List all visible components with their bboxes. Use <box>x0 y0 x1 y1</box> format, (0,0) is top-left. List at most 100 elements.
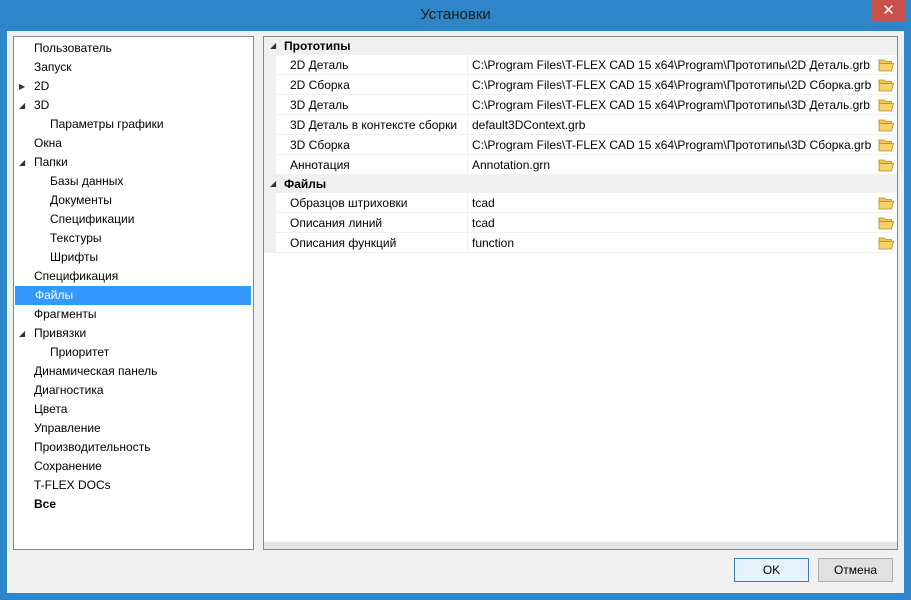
property-value-text: C:\Program Files\T-FLEX CAD 15 x64\Progr… <box>472 98 870 112</box>
property-value[interactable]: C:\Program Files\T-FLEX CAD 15 x64\Progr… <box>468 75 897 95</box>
tree-item-label: Документы <box>50 193 112 207</box>
tree-item[interactable]: Приоритет <box>14 343 251 362</box>
property-grid[interactable]: ◢ Прототипы 2D Деталь C:\Program Files\T-FL… <box>263 36 898 550</box>
folder-open-icon[interactable] <box>878 58 895 72</box>
property-value[interactable]: C:\Program Files\T-FLEX CAD 15 x64\Progr… <box>468 135 897 155</box>
row-gutter <box>264 193 276 213</box>
tree-item[interactable]: Файлы <box>15 286 251 305</box>
folder-open-icon[interactable] <box>878 118 895 132</box>
row-gutter <box>264 55 276 75</box>
property-value[interactable]: Annotation.grn <box>468 155 897 175</box>
cancel-button[interactable]: Отмена <box>818 558 893 582</box>
expand-arrow-icon[interactable]: ▶ <box>19 77 25 96</box>
tree-item-label: Файлы <box>35 288 74 302</box>
tree-item[interactable]: Окна <box>14 134 251 153</box>
property-name[interactable]: Описания линий <box>276 213 468 233</box>
tree-item[interactable]: ◢ Привязки <box>14 324 251 343</box>
collapse-arrow-icon[interactable]: ◢ <box>19 153 25 172</box>
folder-open-icon[interactable] <box>878 158 895 172</box>
property-name[interactable]: 2D Деталь <box>276 55 468 75</box>
row-gutter <box>264 95 276 115</box>
property-value-text: C:\Program Files\T-FLEX CAD 15 x64\Progr… <box>472 138 872 152</box>
tree-item[interactable]: Спецификация <box>14 267 251 286</box>
property-row[interactable]: 3D Деталь в контексте сборки default3DCon… <box>264 115 897 135</box>
row-gutter <box>264 115 276 135</box>
horizontal-scrollbar[interactable] <box>264 542 897 549</box>
tree-item[interactable]: Производительность <box>14 438 251 457</box>
row-gutter <box>264 233 276 253</box>
tree-item-label: Спецификации <box>50 212 135 226</box>
property-row[interactable]: 2D Деталь C:\Program Files\T-FLEX CAD 15 … <box>264 55 897 75</box>
property-name[interactable]: Аннотация <box>276 155 468 175</box>
property-name[interactable]: Образцов штриховки <box>276 193 468 213</box>
collapse-arrow-icon[interactable]: ◢ <box>19 96 25 115</box>
property-name[interactable]: 2D Сборка <box>276 75 468 95</box>
tree-item[interactable]: T-FLEX DOCs <box>14 476 251 495</box>
folder-open-icon[interactable] <box>878 236 895 250</box>
property-name[interactable]: 3D Деталь в контексте сборки <box>276 115 468 135</box>
tree-item-label: Сохранение <box>34 459 102 473</box>
property-name[interactable]: Описания функций <box>276 233 468 253</box>
property-value[interactable]: tcad <box>468 213 897 233</box>
property-name[interactable]: 3D Сборка <box>276 135 468 155</box>
tree-item[interactable]: ▶ 2D <box>14 77 251 96</box>
tree-item-label: Пользователь <box>34 41 112 55</box>
property-row[interactable]: 3D Деталь C:\Program Files\T-FLEX CAD 15 … <box>264 95 897 115</box>
property-row[interactable]: Аннотация Annotation.grn <box>264 155 897 175</box>
tree-item[interactable]: Параметры графики <box>14 115 251 134</box>
row-gutter <box>264 135 276 155</box>
tree-item[interactable]: Шрифты <box>14 248 251 267</box>
folder-open-icon[interactable] <box>878 98 895 112</box>
tree-item-label: Диагностика <box>34 383 104 397</box>
folder-open-icon[interactable] <box>878 138 895 152</box>
tree-item[interactable]: Диагностика <box>14 381 251 400</box>
tree-item-label: Цвета <box>34 402 68 416</box>
property-value-text: C:\Program Files\T-FLEX CAD 15 x64\Progr… <box>472 58 870 72</box>
window-title: Установки <box>420 6 491 23</box>
folder-open-icon[interactable] <box>878 216 895 230</box>
collapse-arrow-icon[interactable]: ◢ <box>270 37 276 55</box>
tree-item[interactable]: Документы <box>14 191 251 210</box>
property-value[interactable]: default3DContext.grb <box>468 115 897 135</box>
property-category[interactable]: ◢ Прототипы <box>264 37 897 55</box>
tree-item[interactable]: Управление <box>14 419 251 438</box>
property-row[interactable]: 2D Сборка C:\Program Files\T-FLEX CAD 15 … <box>264 75 897 95</box>
tree-item[interactable]: Цвета <box>14 400 251 419</box>
ok-button[interactable]: OK <box>734 558 809 582</box>
close-button[interactable]: ✕ <box>872 0 905 22</box>
settings-category-tree[interactable]: Пользователь Запуск ▶ 2D ◢ 3D Параметры график… <box>13 36 254 550</box>
folder-open-icon[interactable] <box>878 78 895 92</box>
property-value-text: tcad <box>472 196 495 210</box>
property-value[interactable]: tcad <box>468 193 897 213</box>
property-row[interactable]: Описания линий tcad <box>264 213 897 233</box>
property-category[interactable]: ◢ Файлы <box>264 175 897 193</box>
category-label: Файлы <box>284 177 327 191</box>
tree-item[interactable]: Запуск <box>14 58 251 77</box>
tree-item[interactable]: ◢ 3D <box>14 96 251 115</box>
property-row[interactable]: 3D Сборка C:\Program Files\T-FLEX CAD 15 … <box>264 135 897 155</box>
property-value[interactable]: C:\Program Files\T-FLEX CAD 15 x64\Progr… <box>468 55 897 75</box>
collapse-arrow-icon[interactable]: ◢ <box>19 324 25 343</box>
tree-item[interactable]: Пользователь <box>14 39 251 58</box>
property-value[interactable]: C:\Program Files\T-FLEX CAD 15 x64\Progr… <box>468 95 897 115</box>
tree-item-label: Окна <box>34 136 62 150</box>
tree-item-label: 2D <box>34 79 50 93</box>
title-bar[interactable]: Установки ✕ <box>0 0 911 31</box>
collapse-arrow-icon[interactable]: ◢ <box>270 175 276 193</box>
property-value[interactable]: function <box>468 233 897 253</box>
tree-item[interactable]: Все <box>14 495 251 514</box>
tree-item-label: Производительность <box>34 440 151 454</box>
tree-item[interactable]: ◢ Папки <box>14 153 251 172</box>
tree-item-label: Параметры графики <box>50 117 164 131</box>
property-row[interactable]: Описания функций function <box>264 233 897 253</box>
property-row[interactable]: Образцов штриховки tcad <box>264 193 897 213</box>
property-name[interactable]: 3D Деталь <box>276 95 468 115</box>
tree-item[interactable]: Динамическая панель <box>14 362 251 381</box>
tree-item-label: Текстуры <box>50 231 102 245</box>
folder-open-icon[interactable] <box>878 196 895 210</box>
tree-item[interactable]: Фрагменты <box>14 305 251 324</box>
tree-item[interactable]: Базы данных <box>14 172 251 191</box>
tree-item[interactable]: Спецификации <box>14 210 251 229</box>
tree-item[interactable]: Текстуры <box>14 229 251 248</box>
tree-item[interactable]: Сохранение <box>14 457 251 476</box>
